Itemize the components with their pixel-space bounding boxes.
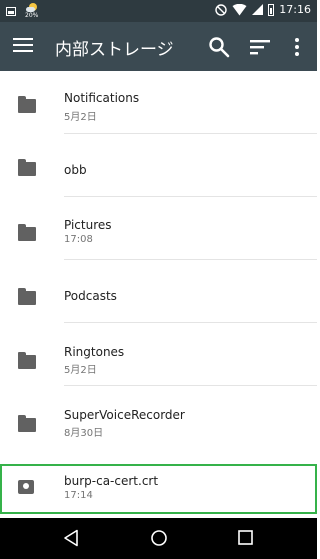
- folder-icon: [18, 159, 36, 176]
- sort-icon[interactable]: [248, 35, 272, 59]
- navigation-bar: [0, 518, 317, 559]
- image-notification-icon: [6, 6, 16, 16]
- file-date: 8月30日: [64, 428, 104, 439]
- list-item[interactable]: obb: [0, 134, 317, 197]
- clock: 17:16: [279, 3, 311, 16]
- page-title: 内部ストレージ: [55, 40, 174, 60]
- folder-icon: [18, 415, 36, 432]
- file-date: 17:08: [64, 234, 93, 245]
- file-name: Podcasts: [64, 289, 117, 303]
- folder-icon: [18, 288, 36, 305]
- more-vert-icon[interactable]: [289, 35, 305, 59]
- battery-icon: [268, 3, 275, 16]
- home-icon[interactable]: [150, 529, 168, 547]
- folder-icon: [18, 224, 36, 241]
- folder-icon: [18, 352, 36, 369]
- file-name: obb: [64, 163, 87, 177]
- list-item[interactable]: Podcasts: [0, 260, 317, 323]
- search-icon[interactable]: [207, 35, 231, 59]
- certificate-icon: [18, 480, 34, 494]
- list-item[interactable]: SuperVoiceRecorder 8月30日: [0, 386, 317, 449]
- do-not-disturb-icon: [215, 3, 227, 16]
- file-name: burp-ca-cert.crt: [64, 474, 159, 488]
- status-bar: 20% 17:16: [0, 0, 317, 22]
- file-name: Notifications: [64, 91, 140, 105]
- file-date: 5月2日: [64, 365, 97, 376]
- file-name: Pictures: [64, 218, 112, 232]
- back-icon[interactable]: [63, 529, 79, 547]
- file-name: Ringtones: [64, 345, 125, 359]
- file-date: 5月2日: [64, 112, 97, 123]
- file-date: 17:14: [64, 490, 93, 501]
- signal-icon: [252, 4, 264, 15]
- file-name: SuperVoiceRecorder: [64, 408, 185, 422]
- weather-percent: 20%: [25, 12, 39, 19]
- folder-icon: [18, 96, 36, 113]
- list-item[interactable]: Notifications 5月2日: [0, 71, 317, 134]
- list-item[interactable]: Ringtones 5月2日: [0, 323, 317, 386]
- recents-icon[interactable]: [238, 530, 253, 545]
- app-toolbar: 内部ストレージ: [0, 22, 317, 71]
- wifi-icon: [232, 3, 247, 15]
- weather-icon: 20%: [24, 3, 40, 19]
- list-item-selected[interactable]: burp-ca-cert.crt 17:14: [0, 464, 317, 514]
- menu-icon[interactable]: [13, 36, 37, 56]
- list-item[interactable]: Pictures 17:08: [0, 197, 317, 260]
